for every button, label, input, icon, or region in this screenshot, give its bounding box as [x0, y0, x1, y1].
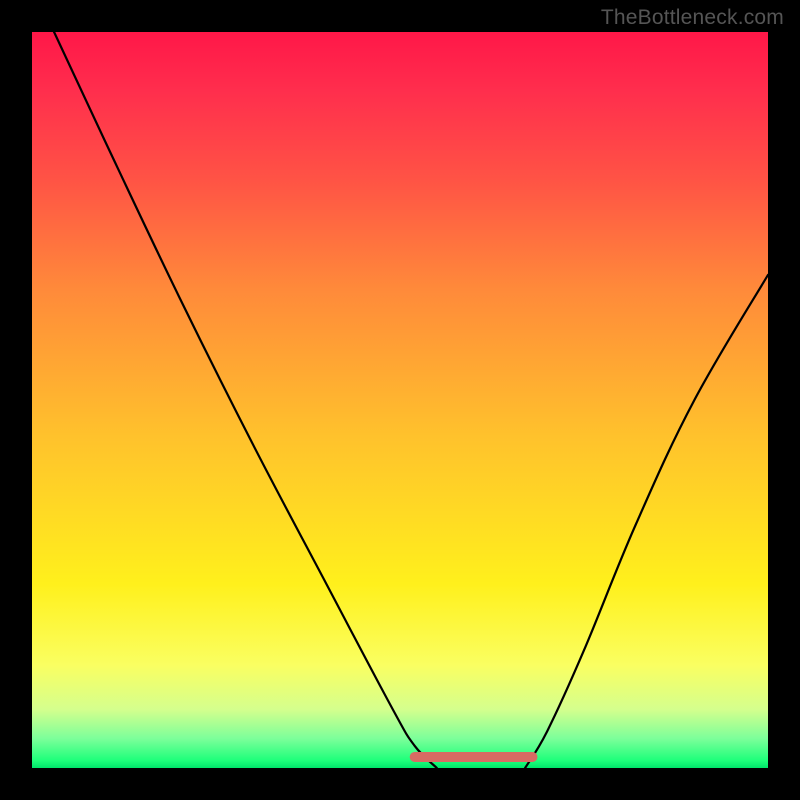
plot-area: [32, 32, 768, 768]
left-v-curve: [54, 32, 437, 768]
right-v-curve: [525, 275, 768, 768]
curves-svg: [32, 32, 768, 768]
chart-stage: TheBottleneck.com: [0, 0, 800, 800]
watermark-text: TheBottleneck.com: [601, 6, 784, 30]
